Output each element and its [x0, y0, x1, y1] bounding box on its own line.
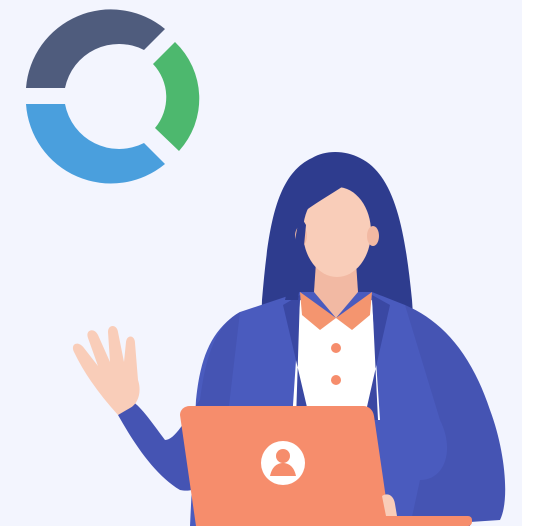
illustration-svg	[0, 0, 547, 526]
user-avatar-icon	[261, 441, 305, 485]
shirt-button-1	[331, 343, 341, 353]
background-right-edge	[522, 0, 547, 526]
ear-right	[367, 226, 379, 246]
laptop-base	[360, 516, 472, 526]
illustration-canvas	[0, 0, 547, 526]
shirt-button-2	[331, 375, 341, 385]
